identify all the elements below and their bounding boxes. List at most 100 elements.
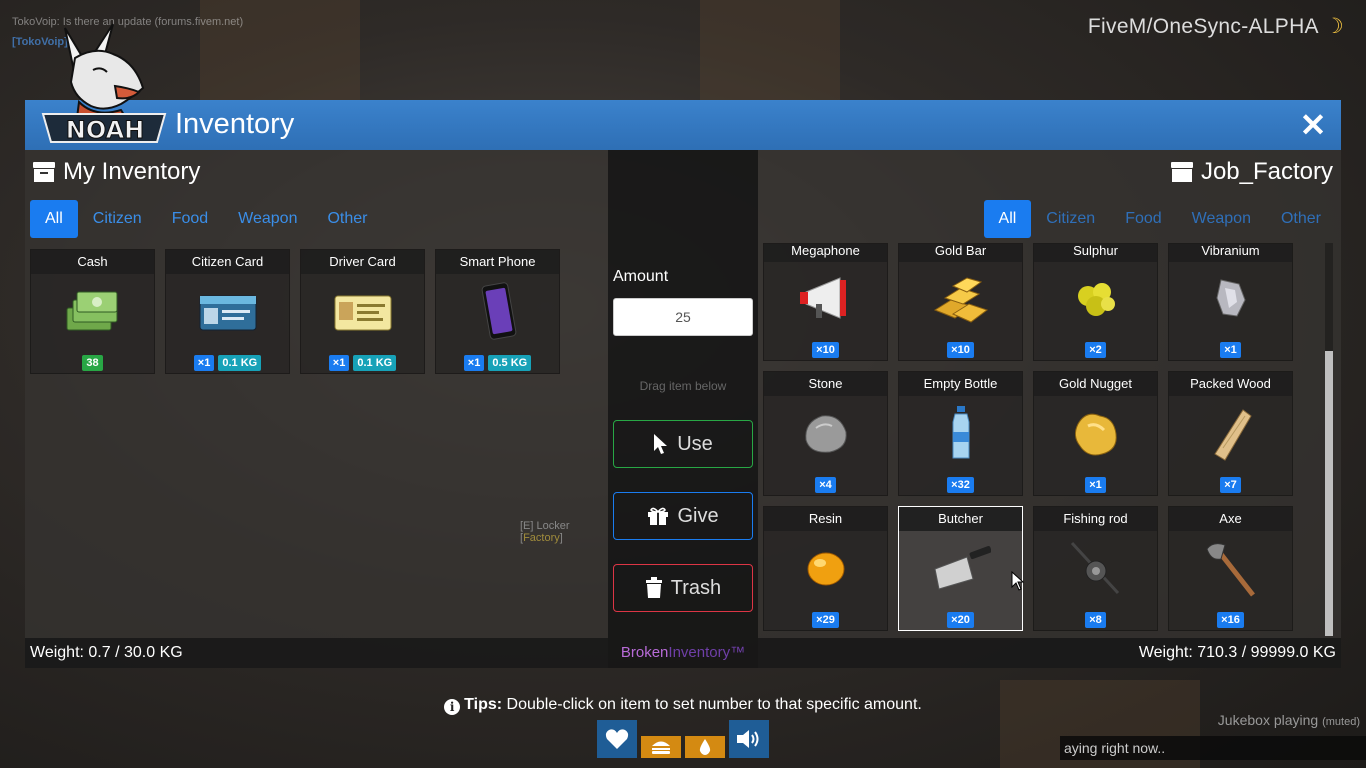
close-button[interactable]: ✕ bbox=[1295, 107, 1331, 143]
my-inventory-weight: Weight: 0.7 / 30.0 KG bbox=[30, 644, 183, 661]
fishing-rod-icon bbox=[1070, 541, 1120, 595]
wood-plank-icon bbox=[1214, 409, 1252, 461]
driver-license-icon bbox=[334, 295, 392, 331]
wolf-logo: NOAH bbox=[41, 23, 167, 145]
brand-label: BrokenInventory™ bbox=[608, 644, 758, 661]
tab-other[interactable]: Other bbox=[312, 200, 382, 238]
item-count: ×1 bbox=[193, 355, 215, 371]
item-weight: 0.1 KG bbox=[353, 355, 397, 371]
give-button[interactable]: Give bbox=[613, 492, 753, 540]
item-count: ×20 bbox=[947, 612, 974, 628]
item-name: Citizen Card bbox=[166, 250, 289, 274]
item-name: Resin bbox=[764, 507, 887, 531]
vibranium-icon bbox=[1216, 279, 1246, 317]
gold-nugget-icon bbox=[1074, 413, 1117, 456]
item-name: Butcher bbox=[899, 507, 1022, 531]
item-packed-wood[interactable]: Packed Wood ×7 bbox=[1168, 371, 1293, 496]
locker-hint: [E] Locker [Factory] bbox=[520, 520, 608, 544]
item-name: Fishing rod bbox=[1034, 507, 1157, 531]
jukebox-status: Jukebox playing (muted) bbox=[1218, 712, 1360, 728]
tab-weapon[interactable]: Weapon bbox=[1177, 200, 1266, 238]
window-title: Inventory bbox=[175, 108, 295, 140]
archive-icon bbox=[33, 162, 55, 182]
jukebox-label: Jukebox playing bbox=[1217, 712, 1319, 728]
mouse-cursor-icon bbox=[1011, 571, 1025, 591]
thirst-status bbox=[685, 736, 725, 758]
item-count: ×2 bbox=[1085, 342, 1106, 358]
trash-button[interactable]: Trash bbox=[613, 564, 753, 612]
jukebox-muted: (muted) bbox=[1322, 716, 1360, 728]
trash-label: Trash bbox=[670, 576, 722, 599]
item-count: ×10 bbox=[812, 342, 839, 358]
job-factory-header: Job_Factory bbox=[1170, 158, 1333, 186]
item-vibranium[interactable]: Vibranium ×1 bbox=[1168, 243, 1293, 361]
item-name: Driver Card bbox=[301, 250, 424, 274]
bottle-icon bbox=[952, 406, 970, 459]
amount-label: Amount bbox=[613, 268, 669, 285]
amount-input[interactable] bbox=[613, 298, 753, 336]
item-sulphur[interactable]: Sulphur ×2 bbox=[1033, 243, 1158, 361]
item-citizen-card[interactable]: Citizen Card ×1 0.1 KG bbox=[165, 249, 290, 374]
titlebar: Inventory ✕ bbox=[25, 100, 1341, 150]
id-card-icon bbox=[199, 295, 257, 331]
my-inventory-footer: Weight: 0.7 / 30.0 KG bbox=[25, 638, 608, 668]
tab-food[interactable]: Food bbox=[1110, 200, 1176, 238]
item-driver-card[interactable]: Driver Card ×1 0.1 KG bbox=[300, 249, 425, 374]
tab-other[interactable]: Other bbox=[1266, 200, 1336, 238]
item-resin[interactable]: Resin ×29 bbox=[763, 506, 888, 631]
locker-hint-suffix: ] bbox=[559, 532, 563, 544]
locker-hint-factory: Factory bbox=[523, 532, 560, 544]
info-icon: i bbox=[444, 699, 461, 715]
item-empty-bottle[interactable]: Empty Bottle ×32 bbox=[898, 371, 1023, 496]
tab-all[interactable]: All bbox=[983, 200, 1032, 238]
brand-part: Broken bbox=[620, 644, 669, 661]
tab-food[interactable]: Food bbox=[157, 200, 223, 238]
job-factory-weight: Weight: 710.3 / 99999.0 KG bbox=[1138, 644, 1336, 661]
tab-citizen[interactable]: Citizen bbox=[1031, 200, 1110, 238]
scrollbar-thumb[interactable] bbox=[1325, 351, 1333, 636]
item-name: Stone bbox=[764, 372, 887, 396]
item-name: Axe bbox=[1169, 507, 1292, 531]
item-smart-phone[interactable]: Smart Phone ×1 0.5 KG bbox=[435, 249, 560, 374]
heart-icon bbox=[605, 729, 629, 749]
tab-weapon[interactable]: Weapon bbox=[223, 200, 312, 238]
item-butcher[interactable]: Butcher ×20 bbox=[898, 506, 1023, 631]
tips-bar: i Tips: Double-click on item to set numbe… bbox=[0, 696, 1366, 715]
smartphone-icon bbox=[481, 282, 517, 340]
item-megaphone[interactable]: Megaphone ×10 bbox=[763, 243, 888, 361]
my-inventory-panel: My Inventory All Citizen Food Weapon Oth… bbox=[25, 150, 608, 638]
give-label: Give bbox=[677, 504, 719, 527]
speaker-icon bbox=[737, 730, 759, 748]
item-stone[interactable]: Stone ×4 bbox=[763, 371, 888, 496]
job-factory-title: Job_Factory bbox=[1200, 158, 1333, 185]
item-name: Packed Wood bbox=[1169, 372, 1292, 396]
gold-bar-icon bbox=[933, 277, 989, 323]
item-fishing-rod[interactable]: Fishing rod ×8 bbox=[1033, 506, 1158, 631]
cursor-icon bbox=[654, 434, 668, 454]
job-factory-panel: Job_Factory All Citizen Food Weapon Othe… bbox=[758, 150, 1341, 638]
use-button[interactable]: Use bbox=[613, 420, 753, 468]
item-name: Vibranium bbox=[1169, 244, 1292, 262]
gift-icon bbox=[648, 507, 669, 525]
job-factory-footer: Weight: 710.3 / 99999.0 KG bbox=[758, 638, 1341, 668]
tab-citizen[interactable]: Citizen bbox=[78, 200, 157, 238]
item-name: Gold Bar bbox=[899, 244, 1022, 262]
box-icon bbox=[1170, 162, 1193, 182]
hunger-status bbox=[641, 736, 681, 758]
server-name-text: FiveM/OneSync-ALPHA bbox=[1087, 15, 1319, 38]
axe-icon bbox=[1206, 543, 1255, 597]
item-count: ×16 bbox=[1217, 612, 1244, 628]
right-scrollbar[interactable] bbox=[1325, 243, 1333, 636]
server-name: FiveM/OneSync-ALPHA ☽ bbox=[1088, 14, 1344, 39]
item-gold-nugget[interactable]: Gold Nugget ×1 bbox=[1033, 371, 1158, 496]
use-label: Use bbox=[677, 432, 713, 455]
trash-icon bbox=[645, 577, 662, 598]
tab-all[interactable]: All bbox=[30, 200, 78, 238]
item-count: ×4 bbox=[815, 477, 836, 493]
now-playing: aying right now.. bbox=[1060, 736, 1366, 760]
item-cash[interactable]: Cash 38 bbox=[30, 249, 155, 374]
item-axe[interactable]: Axe ×16 bbox=[1168, 506, 1293, 631]
item-name: Sulphur bbox=[1034, 244, 1157, 262]
drag-hint: Drag item below bbox=[639, 379, 727, 393]
item-gold-bar[interactable]: Gold Bar ×10 bbox=[898, 243, 1023, 361]
